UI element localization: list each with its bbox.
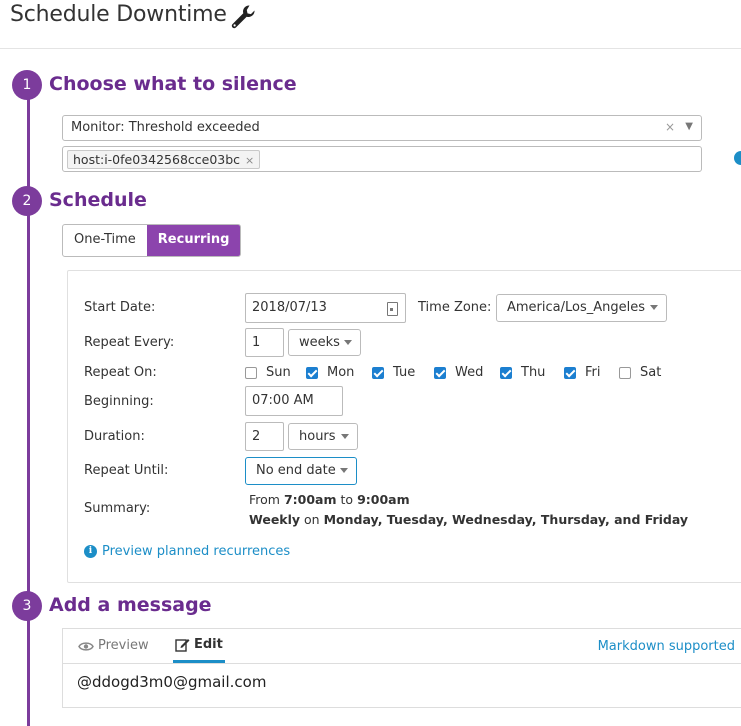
- day-sun[interactable]: Sun: [245, 365, 291, 380]
- edit-icon: [175, 638, 190, 652]
- page-title: Schedule Downtime: [10, 2, 227, 27]
- start-date-label: Start Date:: [84, 300, 156, 315]
- recurring-button[interactable]: Recurring: [146, 225, 241, 256]
- checkbox-wed[interactable]: [434, 366, 446, 379]
- repeat-on-label: Repeat On:: [84, 365, 157, 380]
- wrench-icon: [231, 5, 255, 29]
- summary-line-2: Weekly on Monday, Tuesday, Wednesday, Th…: [249, 512, 688, 527]
- checkbox-mon[interactable]: [306, 366, 318, 379]
- summary-frequency: Weekly: [249, 512, 301, 527]
- summary-text: on: [304, 512, 320, 527]
- checkbox-tue[interactable]: [372, 366, 384, 379]
- summary-line-1: From 7:00am to 9:00am: [249, 492, 410, 507]
- summary-days: Monday, Tuesday, Wednesday, Thursday, an…: [323, 512, 689, 527]
- eye-icon: [78, 641, 94, 651]
- checkbox-sat[interactable]: [619, 366, 631, 379]
- caret-down-icon: [650, 305, 658, 310]
- repeat-until-value: No end date: [256, 463, 336, 478]
- day-mon[interactable]: Mon: [306, 365, 354, 380]
- markdown-supported-link[interactable]: Markdown supported: [598, 639, 735, 654]
- day-tue[interactable]: Tue: [372, 365, 415, 380]
- step-1-title: Choose what to silence: [49, 73, 297, 95]
- day-label: Mon: [327, 365, 355, 380]
- clear-icon[interactable]: ×: [665, 120, 675, 134]
- caret-down-icon: [341, 433, 349, 439]
- timezone-select[interactable]: America/Los_Angeles: [496, 294, 667, 322]
- duration-input[interactable]: 2: [245, 422, 284, 451]
- caret-down-icon: [344, 339, 352, 345]
- preview-recurrences-link[interactable]: i Preview planned recurrences: [84, 544, 290, 559]
- summary-text: From: [249, 492, 280, 507]
- calendar-icon[interactable]: [387, 302, 398, 316]
- info-icon[interactable]: [734, 151, 741, 165]
- repeat-every-input[interactable]: 1: [245, 328, 284, 357]
- repeat-every-label: Repeat Every:: [84, 335, 175, 350]
- day-label: Sun: [266, 365, 291, 380]
- repeat-until-select[interactable]: No end date: [245, 457, 357, 485]
- timezone-value: America/Los_Angeles: [507, 300, 646, 315]
- message-textarea[interactable]: @ddogd3m0@gmail.com: [77, 673, 266, 691]
- step-3-badge: 3: [12, 591, 42, 621]
- beginning-label: Beginning:: [84, 394, 154, 409]
- scope-tag: host:i-0fe0342568cce03bc ×: [67, 150, 261, 169]
- day-fri[interactable]: Fri: [564, 365, 601, 380]
- summary-start: 7:00am: [283, 492, 337, 507]
- duration-label: Duration:: [84, 429, 145, 444]
- step-1-badge: 1: [12, 70, 42, 100]
- start-date-value: 2018/07/13: [252, 300, 327, 315]
- beginning-time-input[interactable]: 07:00 AM: [245, 386, 343, 416]
- checkbox-fri[interactable]: [564, 366, 576, 379]
- message-editor: Preview Edit Markdown supported @ddogd3m…: [62, 628, 741, 708]
- monitor-select-value: Monitor: Threshold exceeded: [71, 120, 260, 135]
- day-label: Sat: [640, 365, 662, 380]
- step-2-title: Schedule: [49, 189, 147, 211]
- start-date-input[interactable]: 2018/07/13: [245, 293, 406, 323]
- repeat-unit-select[interactable]: weeks: [288, 329, 361, 356]
- scope-tags-input[interactable]: host:i-0fe0342568cce03bc ×: [62, 146, 702, 172]
- repeat-until-label: Repeat Until:: [84, 463, 169, 478]
- info-icon: i: [84, 545, 97, 558]
- summary-text: to: [340, 492, 354, 507]
- summary-end: 9:00am: [357, 492, 410, 507]
- day-label: Wed: [455, 365, 484, 380]
- tab-edit[interactable]: Edit: [173, 629, 225, 663]
- step-3-title: Add a message: [49, 594, 212, 616]
- tab-edit-label: Edit: [194, 636, 223, 652]
- day-label: Fri: [585, 365, 601, 380]
- day-label: Tue: [393, 365, 416, 380]
- checkbox-thu[interactable]: [500, 366, 512, 379]
- day-sat[interactable]: Sat: [619, 365, 661, 380]
- schedule-type-toggle: One-Time Recurring: [62, 224, 242, 257]
- tab-preview-label: Preview: [98, 638, 149, 653]
- steps-rail: [27, 86, 30, 726]
- caret-down-icon[interactable]: ▼: [685, 121, 693, 132]
- day-wed[interactable]: Wed: [434, 365, 483, 380]
- day-label: Thu: [521, 365, 546, 380]
- timezone-label: Time Zone:: [418, 300, 492, 315]
- duration-unit-select[interactable]: hours: [288, 423, 358, 450]
- summary-label: Summary:: [84, 501, 151, 516]
- tab-preview[interactable]: Preview: [78, 629, 149, 663]
- scope-tag-label: host:i-0fe0342568cce03bc: [73, 152, 241, 167]
- monitor-select[interactable]: Monitor: Threshold exceeded × ▼: [62, 115, 702, 141]
- checkbox-sun[interactable]: [245, 366, 257, 379]
- day-thu[interactable]: Thu: [500, 365, 545, 380]
- preview-recurrences-label: Preview planned recurrences: [102, 544, 291, 559]
- duration-unit-value: hours: [299, 429, 336, 444]
- step-2-badge: 2: [12, 186, 42, 216]
- message-tabs: Preview Edit Markdown supported: [63, 629, 741, 664]
- tag-remove-icon[interactable]: ×: [245, 154, 254, 167]
- one-time-button[interactable]: One-Time: [63, 225, 147, 256]
- repeat-unit-value: weeks: [299, 335, 340, 350]
- caret-down-icon: [340, 468, 348, 473]
- page-header: Schedule Downtime: [0, 0, 741, 49]
